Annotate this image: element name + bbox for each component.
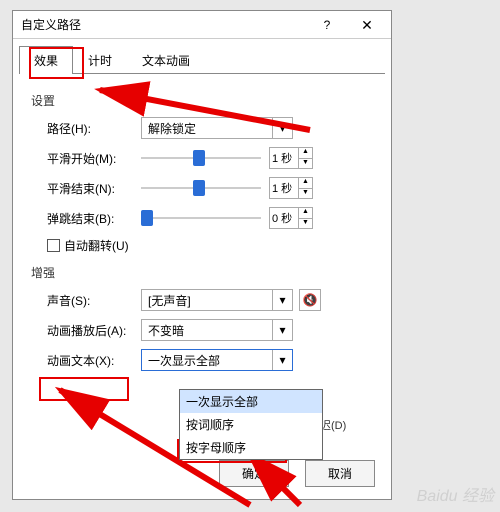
chevron-down-icon: ▾ xyxy=(272,350,292,370)
tab-timing[interactable]: 计时 xyxy=(73,46,127,74)
path-select[interactable]: 解除锁定 ▾ xyxy=(141,117,293,139)
watermark: Baidu 经验 xyxy=(417,482,494,506)
chevron-down-icon: ▾ xyxy=(272,320,292,340)
dropdown-option[interactable]: 一次显示全部 xyxy=(180,390,322,413)
speaker-icon[interactable]: 🔇 xyxy=(299,289,321,311)
dialog-body: 设置 路径(H): 解除锁定 ▾ 平滑开始(M): ▲▼ 平滑结束(N): ▲▼… xyxy=(13,74,391,389)
animate-text-label: 动画文本(X): xyxy=(47,352,141,369)
sound-select[interactable]: [无声音] ▾ xyxy=(141,289,293,311)
dialog-title: 自定义路径 xyxy=(21,16,307,33)
spin-up[interactable]: ▲ xyxy=(298,208,312,219)
help-button[interactable]: ? xyxy=(307,13,347,37)
smooth-end-spin[interactable]: ▲▼ xyxy=(269,177,313,199)
cancel-button[interactable]: 取消 xyxy=(305,460,375,487)
close-button[interactable]: ✕ xyxy=(347,13,387,37)
autoflip-label: 自动翻转(U) xyxy=(64,237,129,254)
bounce-label: 弹跳结束(B): xyxy=(47,210,141,227)
bounce-value[interactable] xyxy=(270,208,298,228)
smooth-start-label: 平滑开始(M): xyxy=(47,150,141,167)
chevron-down-icon: ▾ xyxy=(272,290,292,310)
smooth-start-spin[interactable]: ▲▼ xyxy=(269,147,313,169)
custom-path-dialog: 自定义路径 ? ✕ 效果 计时 文本动画 设置 路径(H): 解除锁定 ▾ 平滑… xyxy=(12,10,392,500)
dropdown-option[interactable]: 按词顺序 xyxy=(180,413,322,436)
dropdown-option[interactable]: 按字母顺序 xyxy=(180,436,322,459)
dialog-buttons: 确定 取消 xyxy=(219,460,375,487)
checkbox-box xyxy=(47,239,60,252)
spin-down[interactable]: ▼ xyxy=(298,219,312,229)
sound-value: [无声音] xyxy=(148,292,191,309)
smooth-end-slider[interactable] xyxy=(141,177,261,199)
path-label: 路径(H): xyxy=(47,120,141,137)
after-value: 不变暗 xyxy=(148,322,184,339)
spin-up[interactable]: ▲ xyxy=(298,148,312,159)
spin-up[interactable]: ▲ xyxy=(298,178,312,189)
settings-section-label: 设置 xyxy=(31,92,373,109)
bounce-slider[interactable] xyxy=(141,207,261,229)
animate-text-dropdown: 一次显示全部 按词顺序 按字母顺序 xyxy=(179,389,323,460)
bounce-spin[interactable]: ▲▼ xyxy=(269,207,313,229)
sound-label: 声音(S): xyxy=(47,292,141,309)
spin-down[interactable]: ▼ xyxy=(298,189,312,199)
path-value: 解除锁定 xyxy=(148,120,196,137)
enhance-section-label: 增强 xyxy=(31,264,373,281)
after-select[interactable]: 不变暗 ▾ xyxy=(141,319,293,341)
spin-down[interactable]: ▼ xyxy=(298,159,312,169)
smooth-end-label: 平滑结束(N): xyxy=(47,180,141,197)
ok-button[interactable]: 确定 xyxy=(219,460,289,487)
tab-text-animation[interactable]: 文本动画 xyxy=(127,46,205,74)
smooth-end-value[interactable] xyxy=(270,178,298,198)
smooth-start-value[interactable] xyxy=(270,148,298,168)
chevron-down-icon: ▾ xyxy=(272,118,292,138)
tab-effect[interactable]: 效果 xyxy=(19,46,73,74)
titlebar: 自定义路径 ? ✕ xyxy=(13,11,391,39)
autoflip-checkbox[interactable]: 自动翻转(U) xyxy=(47,237,373,254)
after-label: 动画播放后(A): xyxy=(47,322,141,339)
animate-text-value: 一次显示全部 xyxy=(148,352,220,369)
smooth-start-slider[interactable] xyxy=(141,147,261,169)
animate-text-select[interactable]: 一次显示全部 ▾ xyxy=(141,349,293,371)
tab-strip: 效果 计时 文本动画 xyxy=(19,45,385,74)
